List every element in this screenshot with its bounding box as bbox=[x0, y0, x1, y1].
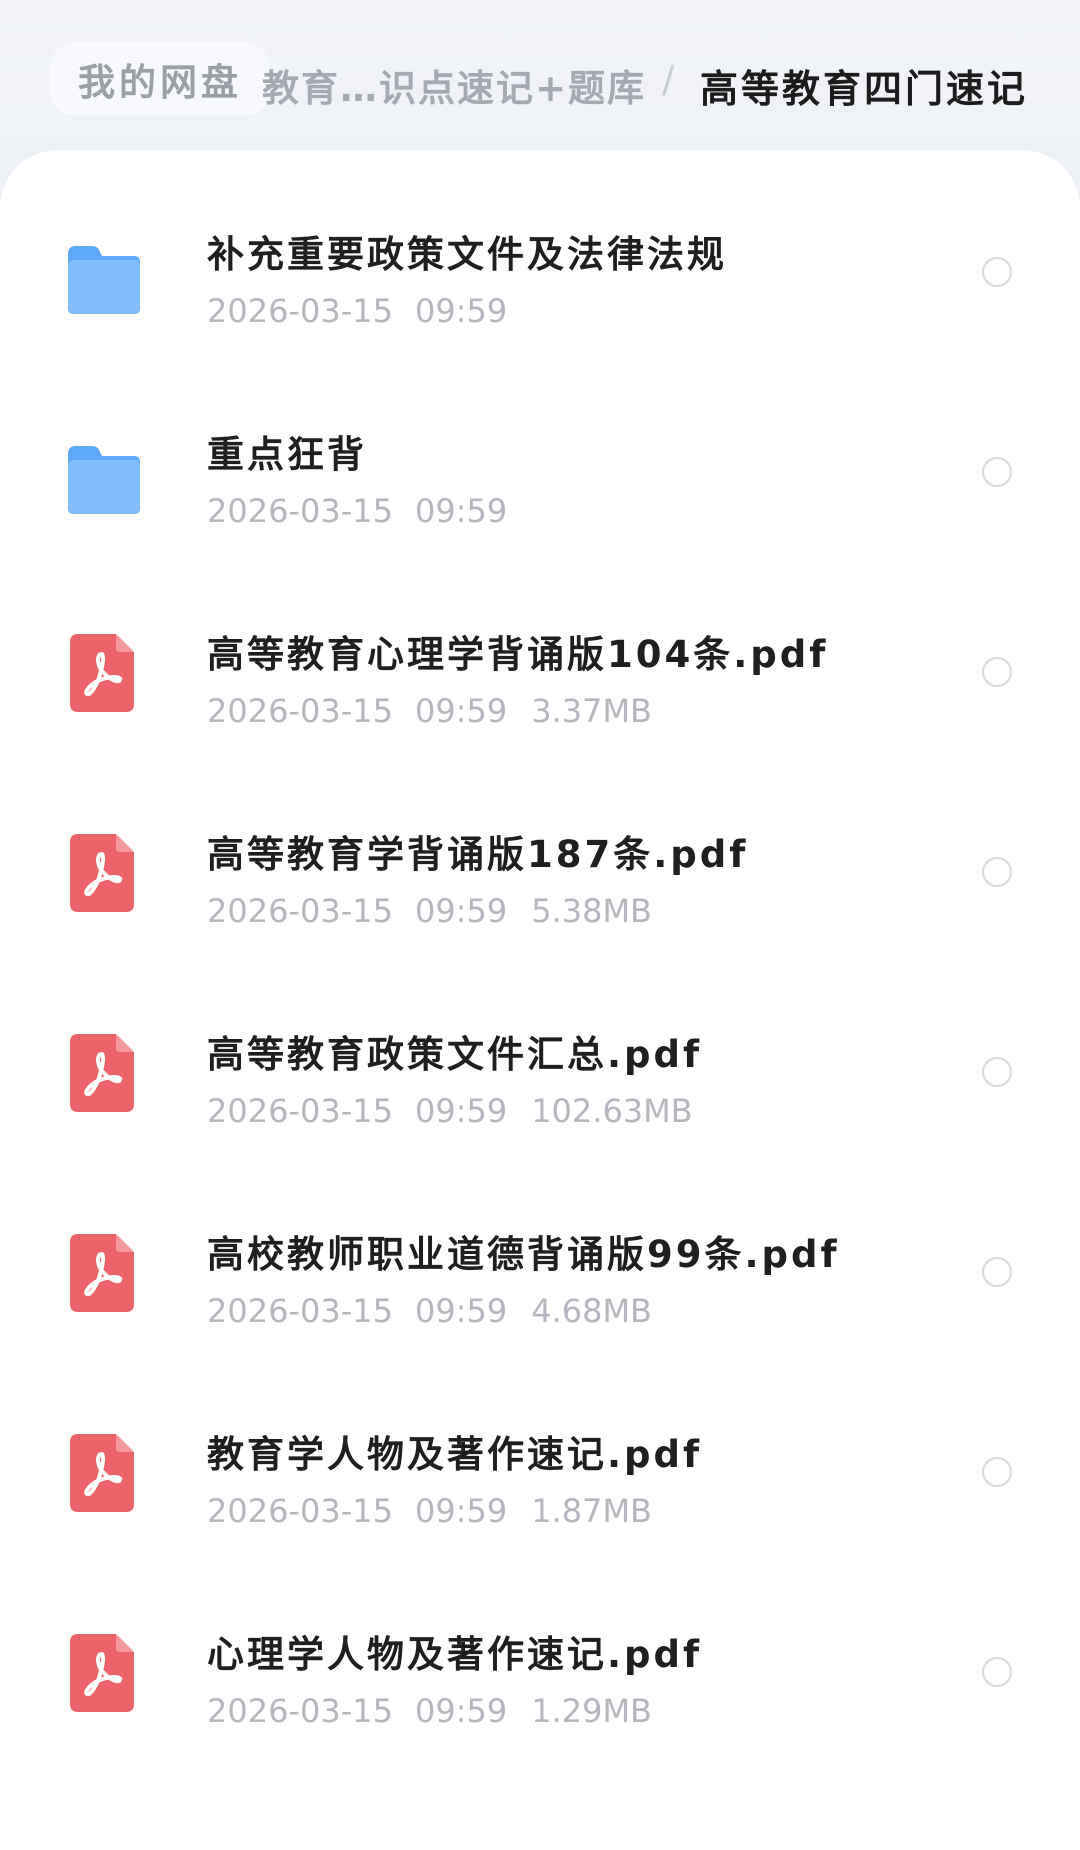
folder-icon bbox=[68, 246, 140, 314]
select-radio[interactable] bbox=[982, 1257, 1012, 1287]
pdf-icon bbox=[70, 1434, 134, 1512]
file-name: 重点狂背 bbox=[207, 433, 367, 476]
file-meta: 2026-03-15 09:59 bbox=[207, 492, 531, 530]
file-meta: 2026-03-15 09:59 102.63MB bbox=[207, 1092, 693, 1130]
pdf-icon bbox=[70, 1034, 134, 1112]
file-date: 2026-03-15 bbox=[207, 692, 393, 730]
breadcrumb: 我的网盘 教育…识点速记+题库 / 高等教育四门速记 bbox=[0, 0, 1080, 160]
select-radio[interactable] bbox=[982, 257, 1012, 287]
file-date: 2026-03-15 bbox=[207, 1492, 393, 1530]
file-time: 09:59 bbox=[414, 492, 508, 530]
file-time: 09:59 bbox=[414, 1692, 508, 1730]
file-date: 2026-03-15 bbox=[207, 292, 393, 330]
file-date: 2026-03-15 bbox=[207, 892, 393, 930]
breadcrumb-parent[interactable]: 教育…识点速记+题库 bbox=[262, 58, 646, 112]
file-time: 09:59 bbox=[414, 1092, 508, 1130]
file-name: 补充重要政策文件及法律法规 bbox=[207, 233, 727, 276]
pdf-icon bbox=[70, 1234, 134, 1312]
list-item[interactable]: 心理学人物及著作速记.pdf 2026-03-15 09:59 1.29MB bbox=[0, 1550, 1080, 1750]
file-meta: 2026-03-15 09:59 1.29MB bbox=[207, 1692, 652, 1730]
file-size: 1.29MB bbox=[531, 1692, 652, 1730]
list-item[interactable]: 高校教师职业道德背诵版99条.pdf 2026-03-15 09:59 4.68MB bbox=[0, 1150, 1080, 1350]
file-time: 09:59 bbox=[414, 892, 508, 930]
file-time: 09:59 bbox=[414, 692, 508, 730]
select-radio[interactable] bbox=[982, 1057, 1012, 1087]
list-item[interactable]: 重点狂背 2026-03-15 09:59 bbox=[0, 350, 1080, 550]
file-list: 补充重要政策文件及法律法规 2026-03-15 09:59 重点狂背 2026-… bbox=[0, 150, 1080, 1850]
folder-icon bbox=[68, 446, 140, 514]
file-time: 09:59 bbox=[414, 1492, 508, 1530]
file-name: 高等教育政策文件汇总.pdf bbox=[207, 1033, 703, 1076]
pdf-icon bbox=[70, 834, 134, 912]
select-radio[interactable] bbox=[982, 1657, 1012, 1687]
list-item[interactable]: 高等教育学背诵版187条.pdf 2026-03-15 09:59 5.38MB bbox=[0, 750, 1080, 950]
file-size: 102.63MB bbox=[531, 1092, 693, 1130]
file-meta: 2026-03-15 09:59 5.38MB bbox=[207, 892, 652, 930]
pdf-icon bbox=[70, 1634, 134, 1712]
file-size: 3.37MB bbox=[531, 692, 652, 730]
pdf-icon bbox=[70, 634, 134, 712]
file-name: 教育学人物及著作速记.pdf bbox=[207, 1433, 703, 1476]
file-size: 1.87MB bbox=[531, 1492, 652, 1530]
file-name: 心理学人物及著作速记.pdf bbox=[207, 1633, 703, 1676]
list-item[interactable]: 高等教育政策文件汇总.pdf 2026-03-15 09:59 102.63MB bbox=[0, 950, 1080, 1150]
select-radio[interactable] bbox=[982, 1457, 1012, 1487]
file-date: 2026-03-15 bbox=[207, 1092, 393, 1130]
file-date: 2026-03-15 bbox=[207, 492, 393, 530]
file-date: 2026-03-15 bbox=[207, 1292, 393, 1330]
list-item[interactable]: 补充重要政策文件及法律法规 2026-03-15 09:59 bbox=[0, 150, 1080, 350]
file-name: 高校教师职业道德背诵版99条.pdf bbox=[207, 1233, 840, 1276]
select-radio[interactable] bbox=[982, 457, 1012, 487]
breadcrumb-root[interactable]: 我的网盘 bbox=[50, 42, 270, 116]
file-name: 高等教育心理学背诵版104条.pdf bbox=[207, 633, 829, 676]
breadcrumb-current-folder: 高等教育四门速记 bbox=[700, 67, 1029, 111]
select-radio[interactable] bbox=[982, 857, 1012, 887]
file-meta: 2026-03-15 09:59 1.87MB bbox=[207, 1492, 652, 1530]
file-time: 09:59 bbox=[414, 292, 508, 330]
file-time: 09:59 bbox=[414, 1292, 508, 1330]
file-size: 5.38MB bbox=[531, 892, 652, 930]
file-date: 2026-03-15 bbox=[207, 1692, 393, 1730]
file-size: 4.68MB bbox=[531, 1292, 652, 1330]
file-meta: 2026-03-15 09:59 bbox=[207, 292, 531, 330]
file-meta: 2026-03-15 09:59 3.37MB bbox=[207, 692, 652, 730]
list-item[interactable]: 教育学人物及著作速记.pdf 2026-03-15 09:59 1.87MB bbox=[0, 1350, 1080, 1550]
list-item[interactable]: 高等教育心理学背诵版104条.pdf 2026-03-15 09:59 3.37MB bbox=[0, 550, 1080, 750]
file-name: 高等教育学背诵版187条.pdf bbox=[207, 833, 749, 876]
select-radio[interactable] bbox=[982, 657, 1012, 687]
file-meta: 2026-03-15 09:59 4.68MB bbox=[207, 1292, 652, 1330]
breadcrumb-separator: / bbox=[662, 58, 675, 101]
